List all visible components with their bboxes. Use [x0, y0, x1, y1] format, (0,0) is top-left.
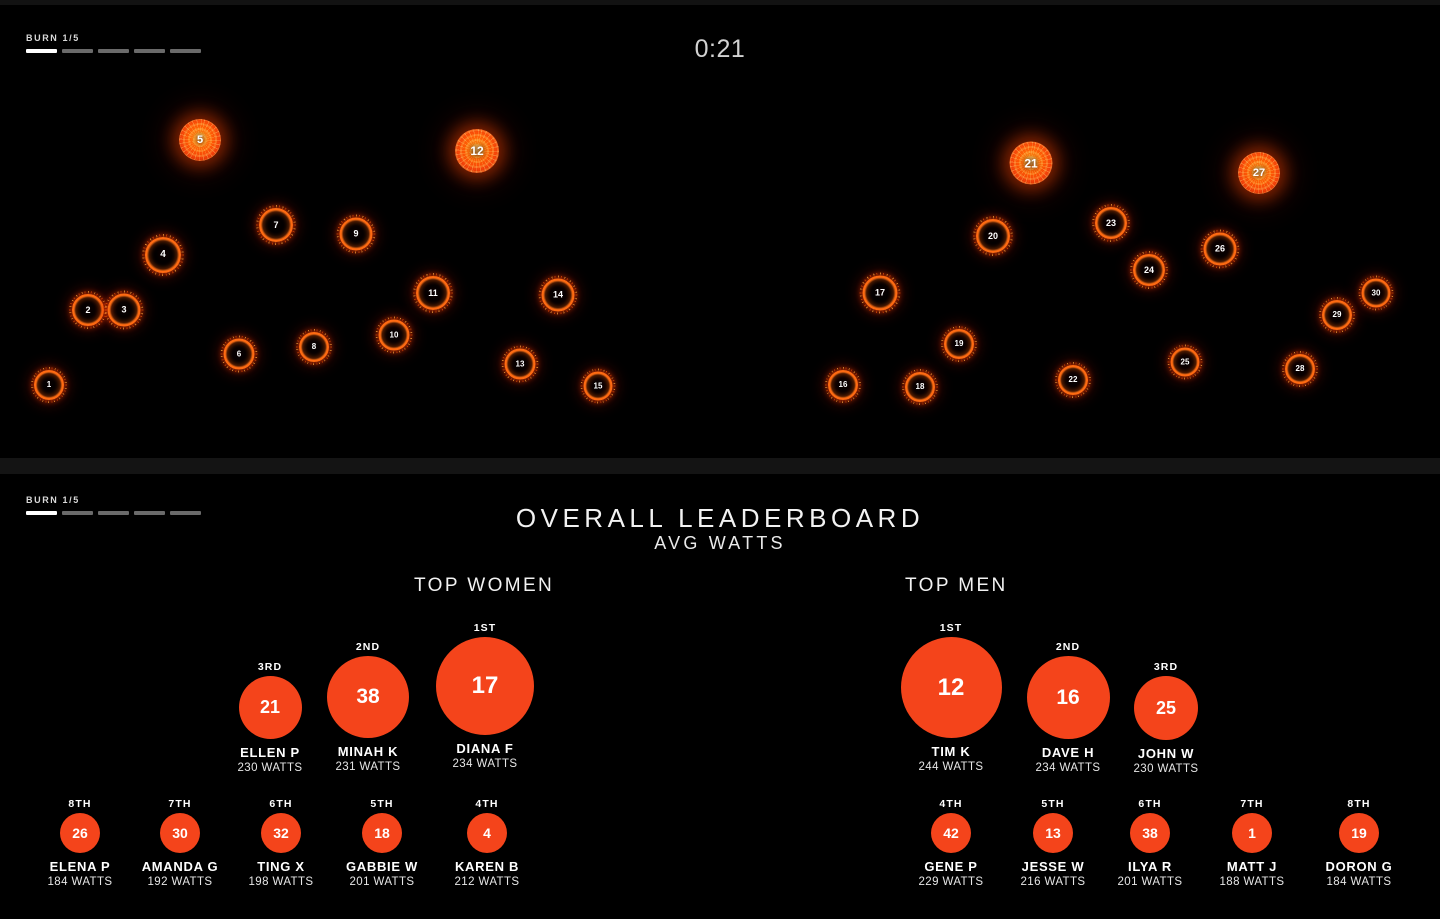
bike-number: 14 — [552, 289, 563, 300]
entry-rank: 8TH — [1347, 798, 1371, 810]
bike-ring[interactable]: 7 — [256, 205, 296, 245]
entry-bike-bubble[interactable]: 19 — [1339, 813, 1379, 853]
entry-bike-bubble[interactable]: 32 — [261, 813, 301, 853]
entry-rank: 2ND — [1055, 641, 1081, 653]
entry-bike-bubble[interactable]: 25 — [1134, 676, 1198, 740]
bike-number: 1 — [46, 380, 52, 389]
entry-rank: 3RD — [1153, 661, 1179, 673]
bike-number: 7 — [273, 219, 279, 230]
bike-number: 11 — [428, 287, 438, 298]
bike-ring[interactable]: 21 — [1009, 141, 1053, 185]
bike-ring[interactable]: 8 — [296, 329, 332, 365]
bike-number: 10 — [389, 330, 399, 339]
bike-ring[interactable]: 5 — [179, 119, 221, 161]
entry-bike-bubble[interactable]: 1 — [1232, 813, 1272, 853]
bike-number: 20 — [987, 230, 998, 241]
entry-bike-bubble[interactable]: 42 — [931, 813, 971, 853]
entry-name: DORON G — [1325, 859, 1393, 874]
bike-ring[interactable]: 30 — [1358, 275, 1394, 311]
entry-watts: 234 WATTS — [452, 758, 518, 770]
bike-number: 28 — [1295, 364, 1305, 373]
top-men-heading: TOP MEN — [905, 575, 1008, 596]
bike-ring[interactable]: 6 — [220, 335, 258, 373]
entry-name: JOHN W — [1137, 746, 1195, 761]
bike-number: 16 — [838, 380, 848, 389]
bike-ring[interactable]: 15 — [580, 368, 616, 404]
entry-bike-bubble[interactable]: 18 — [362, 813, 402, 853]
leaderboard-entry[interactable]: 1ST 17 DIANA F 234 WATTS — [410, 622, 560, 770]
bike-ring[interactable]: 19 — [941, 326, 977, 362]
bike-number: 27 — [1252, 166, 1266, 179]
entry-bike-bubble[interactable]: 4 — [467, 813, 507, 853]
countdown-timer: 0:21 — [694, 35, 746, 63]
entry-bike-bubble[interactable]: 13 — [1033, 813, 1073, 853]
entry-rank: 1ST — [473, 622, 497, 634]
entry-bike-bubble[interactable]: 26 — [60, 813, 100, 853]
bike-ring[interactable]: 16 — [825, 367, 861, 403]
bike-ring[interactable]: 1 — [31, 367, 67, 403]
bike-ring[interactable]: 23 — [1092, 204, 1130, 242]
panel-divider — [0, 458, 1440, 474]
bike-ring[interactable]: 22 — [1055, 362, 1091, 398]
entry-rank: 1ST — [939, 622, 963, 634]
entry-bike-bubble[interactable]: 38 — [327, 656, 409, 738]
bike-ring[interactable]: 17 — [859, 272, 901, 314]
top-women-heading: TOP WOMEN — [414, 575, 555, 596]
bike-ring[interactable]: 13 — [501, 345, 539, 383]
bike-ring[interactable]: 20 — [973, 216, 1013, 256]
entry-bike-bubble[interactable]: 12 — [900, 637, 1002, 738]
entry-watts: 212 WATTS — [454, 876, 520, 888]
entry-rank: 4TH — [475, 798, 499, 810]
entry-watts: 184 WATTS — [1326, 876, 1392, 888]
leaderboard-entry[interactable]: 3RD 25 JOHN W 230 WATTS — [1091, 661, 1241, 775]
entry-bike-bubble[interactable]: 30 — [160, 813, 200, 853]
bike-ring[interactable]: 18 — [902, 369, 938, 405]
bike-number: 5 — [196, 133, 204, 146]
bike-number: 4 — [160, 249, 166, 260]
bike-number: 21 — [1024, 156, 1038, 170]
bike-ring[interactable]: 3 — [104, 290, 144, 330]
bike-ring[interactable]: 11 — [413, 273, 453, 313]
bike-number: 2 — [85, 304, 91, 315]
bike-number: 3 — [121, 304, 127, 315]
bike-ring[interactable]: 4 — [142, 234, 184, 276]
leaderboard-entry[interactable]: 4TH 4 KAREN B 212 WATTS — [412, 798, 562, 888]
bike-ring[interactable]: 10 — [375, 316, 413, 354]
leaderboard-entry[interactable]: 8TH 19 DORON G 184 WATTS — [1284, 798, 1434, 888]
entry-watts: 230 WATTS — [1133, 763, 1199, 775]
bike-ring[interactable]: 24 — [1130, 251, 1168, 289]
live-bike-map-panel: BURN 1/5 0:21 1 2 3 4 5 6 7 8 9 10 11 12 13 14 15 16 17 1… — [0, 5, 1440, 458]
bike-ring[interactable]: 2 — [69, 291, 107, 329]
bike-number: 17 — [874, 287, 885, 298]
bike-ring[interactable]: 27 — [1238, 152, 1280, 194]
bike-ring[interactable]: 25 — [1167, 344, 1203, 380]
bike-number: 24 — [1143, 264, 1154, 275]
entry-bike-bubble[interactable]: 38 — [1130, 813, 1170, 853]
bike-number: 26 — [1214, 243, 1225, 254]
bike-ring[interactable]: 9 — [336, 214, 376, 254]
bike-number: 22 — [1068, 375, 1078, 384]
entry-bike-bubble[interactable]: 17 — [436, 637, 534, 735]
bike-number: 23 — [1105, 217, 1116, 228]
bike-number: 25 — [1180, 357, 1190, 366]
bike-ring[interactable]: 29 — [1319, 297, 1355, 333]
bike-number: 8 — [311, 342, 317, 351]
bike-number: 9 — [353, 228, 359, 239]
bike-number: 29 — [1332, 310, 1342, 319]
bike-ring[interactable]: 28 — [1282, 351, 1318, 387]
bike-number: 12 — [470, 144, 484, 158]
bike-number: 18 — [915, 382, 925, 391]
bike-number: 6 — [236, 349, 242, 358]
entry-name: KAREN B — [454, 859, 520, 874]
bike-number: 19 — [954, 339, 964, 348]
bike-ring[interactable]: 12 — [455, 129, 499, 173]
bike-ring[interactable]: 26 — [1200, 229, 1240, 269]
bike-number: 30 — [1371, 288, 1381, 297]
leaderboard-subtitle: AVG WATTS — [654, 533, 786, 553]
bike-number: 13 — [515, 359, 525, 368]
bike-number: 15 — [593, 381, 603, 390]
bike-ring[interactable]: 14 — [538, 275, 578, 315]
entry-name: DIANA F — [456, 741, 514, 756]
leaderboard-title: OVERALL LEADERBOARD — [515, 503, 925, 533]
